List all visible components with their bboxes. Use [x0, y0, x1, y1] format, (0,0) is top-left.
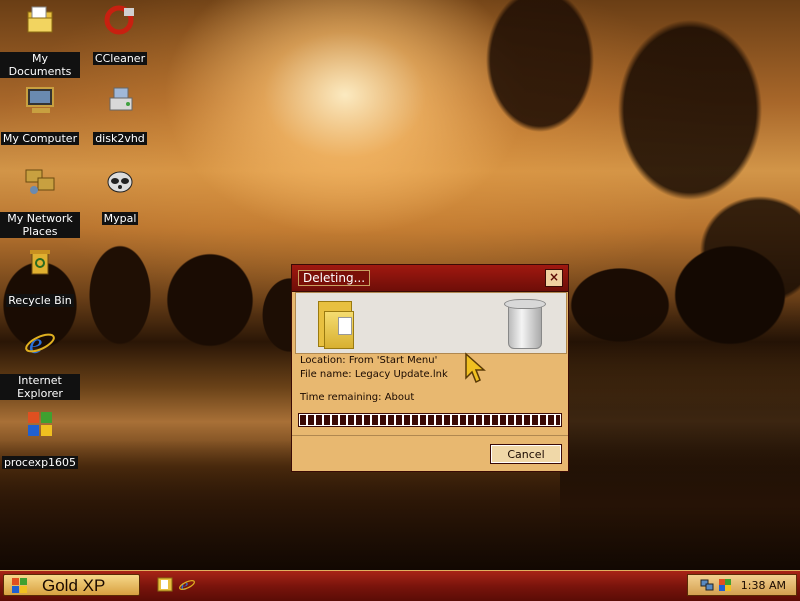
folder-icon [157, 577, 173, 592]
cancel-button[interactable]: Cancel [490, 444, 562, 464]
desktop-icon-label: Internet Explorer [0, 374, 80, 400]
desktop-icon-disk2vhd[interactable]: disk2vhd [80, 84, 160, 145]
progress-bar-fill [300, 415, 560, 425]
network-places-icon [24, 164, 56, 196]
taskbar: Gold XP e 1:38 AM [0, 570, 800, 601]
file-name-text: File name: Legacy Update.lnk [300, 369, 448, 380]
desktop-icon-my-documents[interactable]: My Documents [0, 4, 80, 78]
desktop-icon-label: My Network Places [0, 212, 80, 238]
desktop-icon-label: disk2vhd [93, 132, 147, 145]
desktop-wallpaper: My Documents CCleaner My Computer disk2v… [0, 0, 800, 570]
delete-animation [295, 292, 567, 354]
my-computer-icon [24, 84, 56, 116]
desktop-icon-label: CCleaner [92, 52, 148, 65]
quick-launch-folder[interactable] [156, 575, 174, 593]
recycle-bin-icon [24, 246, 56, 278]
clock[interactable]: 1:38 AM [741, 575, 786, 596]
start-label: Gold XP [42, 576, 106, 595]
desktop-icon-internet-explorer[interactable]: e Internet Explorer [0, 326, 80, 400]
close-button[interactable]: × [545, 269, 563, 287]
windows-flag-icon [12, 578, 28, 593]
time-remaining-text: Time remaining: About [300, 392, 415, 403]
system-tray: 1:38 AM [687, 574, 797, 596]
my-documents-icon [24, 4, 56, 36]
internet-explorer-icon: e [179, 577, 195, 594]
location-text: Location: From 'Start Menu' [300, 355, 438, 366]
mouse-cursor-icon [465, 352, 486, 384]
mypal-icon [104, 164, 136, 196]
deleting-dialog: Deleting... × Location: From 'Start Menu… [291, 264, 569, 472]
desktop-icon-label: Mypal [101, 212, 139, 225]
shield-icon[interactable] [718, 578, 732, 592]
folder-icon [314, 297, 354, 349]
close-icon: × [548, 270, 560, 284]
network-icon[interactable] [700, 578, 714, 592]
desktop-icon-label: My Documents [0, 52, 80, 78]
desktop-icon-ccleaner[interactable]: CCleaner [80, 4, 160, 65]
desktop-icon-label: My Computer [0, 132, 80, 145]
desktop-icon-recycle-bin[interactable]: Recycle Bin [0, 246, 80, 307]
quick-launch-internet-explorer[interactable]: e [178, 575, 196, 594]
ccleaner-icon [104, 4, 136, 36]
desktop-icon-mypal[interactable]: Mypal [80, 164, 160, 225]
dialog-title: Deleting... [298, 270, 371, 286]
desktop-icon-label: Recycle Bin [6, 294, 74, 307]
dialog-divider [292, 435, 568, 436]
desktop-icon-my-computer[interactable]: My Computer [0, 84, 80, 145]
progress-bar [298, 413, 562, 427]
start-button[interactable]: Gold XP [3, 574, 140, 596]
desktop-icon-procexp[interactable]: procexp1605 [0, 408, 80, 469]
disk2vhd-icon [104, 84, 136, 116]
desktop-icon-my-network-places[interactable]: My Network Places [0, 164, 80, 238]
internet-explorer-icon: e [24, 326, 56, 360]
desktop-icon-label: procexp1605 [1, 456, 79, 469]
process-explorer-icon [24, 408, 56, 440]
dialog-title-bar[interactable]: Deleting... × [292, 265, 568, 292]
recycle-bin-icon [502, 299, 546, 349]
